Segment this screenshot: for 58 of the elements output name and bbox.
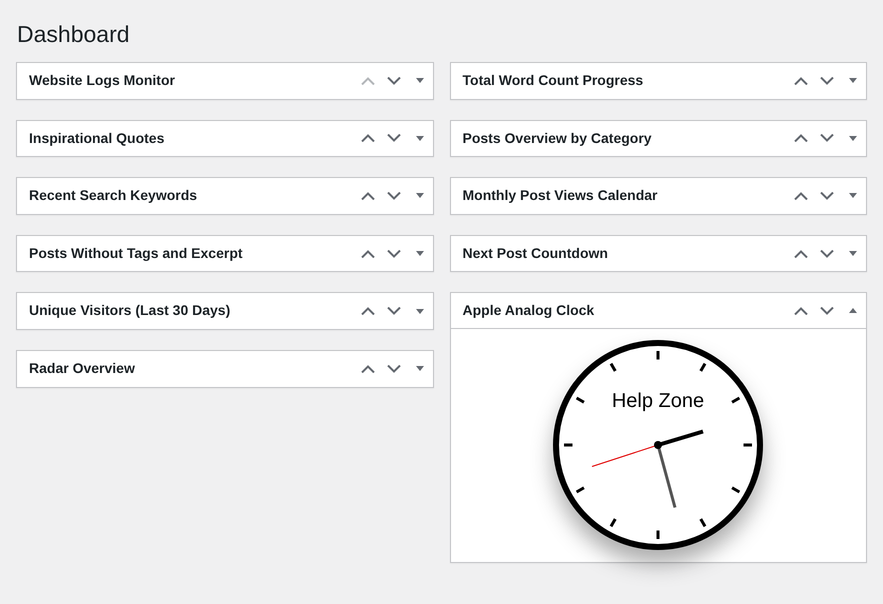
hour-tick: [700, 362, 707, 372]
hour-tick: [610, 362, 617, 372]
triangle-down-icon[interactable]: [849, 136, 857, 141]
hour-tick: [656, 350, 660, 360]
triangle-down-icon[interactable]: [849, 251, 857, 256]
widget-title: Inspirational Quotes: [28, 128, 166, 148]
hour-tick: [610, 518, 617, 528]
widget-title: Website Logs Monitor: [28, 71, 176, 90]
page-title: Dashboard: [17, 20, 131, 49]
chevron-down-icon[interactable]: [386, 250, 400, 258]
triangle-down-icon[interactable]: [416, 78, 424, 84]
hour-tick: [576, 486, 585, 494]
chevron-down-icon[interactable]: [820, 192, 834, 200]
hour-tick: [564, 443, 573, 446]
chevron-up-icon[interactable]: [794, 134, 808, 142]
hour-tick: [732, 396, 740, 404]
triangle-down-icon[interactable]: [849, 78, 857, 84]
chevron-up-icon[interactable]: [794, 250, 808, 258]
chevron-down-icon[interactable]: [386, 134, 400, 142]
chevron-up-icon[interactable]: [360, 364, 374, 373]
triangle-down-icon[interactable]: [849, 193, 857, 198]
triangle-down-icon[interactable]: [416, 136, 424, 141]
chevron-up-icon[interactable]: [360, 134, 374, 142]
triangle-down-icon[interactable]: [416, 193, 424, 198]
chevron-up-icon[interactable]: [794, 306, 808, 315]
widget-title: Next Post Countdown: [462, 244, 609, 263]
chevron-up-icon[interactable]: [360, 250, 374, 258]
widget-title: Posts Overview by Category: [462, 128, 653, 148]
chevron-down-icon[interactable]: [386, 76, 400, 85]
chevron-down-icon[interactable]: [386, 364, 400, 373]
hour-tick: [576, 396, 585, 404]
chevron-down-icon[interactable]: [386, 307, 400, 316]
widget-title: Total Word Count Progress: [462, 71, 644, 90]
triangle-down-icon[interactable]: [416, 366, 424, 372]
chevron-down-icon[interactable]: [820, 250, 834, 258]
widget-title: Posts Without Tags and Excerpt: [28, 244, 244, 263]
chevron-down-icon[interactable]: [820, 134, 834, 142]
hour-tick: [656, 530, 660, 539]
widget-title: Recent Search Keywords: [28, 186, 198, 206]
hour-tick: [744, 443, 752, 446]
hour-tick: [700, 518, 707, 528]
chevron-down-icon[interactable]: [820, 306, 834, 315]
widget-title: Radar Overview: [28, 358, 136, 378]
triangle-down-icon[interactable]: [416, 251, 424, 256]
widget-title: Unique Visitors (Last 30 Days): [28, 301, 232, 320]
chevron-down-icon[interactable]: [820, 76, 834, 85]
triangle-up-icon[interactable]: [849, 308, 857, 314]
chevron-up-icon[interactable]: [360, 307, 374, 316]
chevron-up-icon[interactable]: [360, 192, 374, 200]
hour-tick: [732, 486, 740, 494]
triangle-down-icon[interactable]: [416, 308, 424, 314]
widget-title: Monthly Post Views Calendar: [462, 186, 659, 206]
clock-label: Help Zone: [612, 390, 704, 412]
chevron-down-icon[interactable]: [386, 192, 400, 200]
widget-title: Apple Analog Clock: [462, 300, 596, 320]
chevron-up-icon[interactable]: [794, 76, 808, 85]
center-pin: [654, 440, 662, 449]
chevron-up-icon[interactable]: [794, 192, 808, 200]
